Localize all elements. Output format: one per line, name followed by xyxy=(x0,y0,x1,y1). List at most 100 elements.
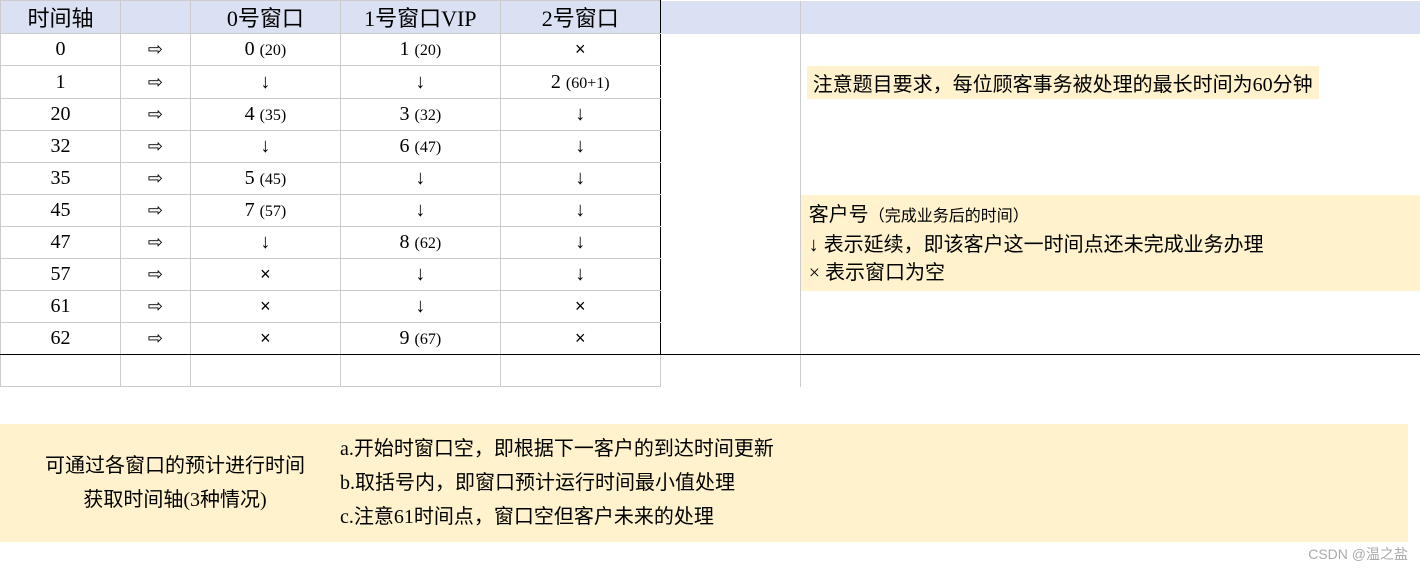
cell-w2: × xyxy=(500,291,660,323)
arrow-icon: ⇨ xyxy=(120,163,190,195)
cell-w0: × xyxy=(190,323,340,355)
cell-note: 注意题目要求，每位顾客事务被处理的最长时间为60分钟 xyxy=(800,66,1420,99)
cell-w2: ↓ xyxy=(500,259,660,291)
cell-time: 32 xyxy=(1,131,121,163)
cell-spacer xyxy=(660,163,800,195)
bottom-explanation: 可通过各窗口的预计进行时间 获取时间轴(3种情况) a.开始时窗口空，即根据下一… xyxy=(0,424,1408,542)
header-w2: 2号窗口 xyxy=(500,1,660,34)
blank-row xyxy=(1,355,1420,387)
cell-note xyxy=(800,163,1420,195)
table-row: 45⇨7 (57)↓↓客户号（完成业务后的时间）↓ 表示延续，即该客户这一时间点… xyxy=(1,195,1420,227)
cell-w1: ↓ xyxy=(340,66,500,99)
cell-spacer xyxy=(660,195,800,227)
watermark: CSDN @温之盐 xyxy=(1308,544,1408,564)
arrow-icon: ⇨ xyxy=(120,99,190,131)
cell-w2: ↓ xyxy=(500,227,660,259)
legend-line-cross: × 表示窗口为空 xyxy=(809,262,945,284)
arrow-icon: ⇨ xyxy=(120,291,190,323)
timeline-table: 时间轴 0号窗口 1号窗口VIP 2号窗口 0⇨0 (20)1 (20)×1⇨↓… xyxy=(0,0,1420,387)
header-w1: 1号窗口VIP xyxy=(340,1,500,34)
table-row: 20⇨4 (35)3 (32)↓ xyxy=(1,99,1420,131)
cell-note xyxy=(800,131,1420,163)
cell-spacer xyxy=(660,323,800,355)
legend-title: 客户号 xyxy=(809,204,869,226)
arrow-icon: ⇨ xyxy=(120,259,190,291)
header-w0: 0号窗口 xyxy=(190,1,340,34)
cell-w2: 2 (60+1) xyxy=(500,66,660,99)
bottom-left-line2: 获取时间轴(3种情况) xyxy=(10,483,340,517)
cell-spacer xyxy=(660,66,800,99)
arrow-icon: ⇨ xyxy=(120,131,190,163)
cell-spacer xyxy=(660,227,800,259)
table-row: 32⇨↓6 (47)↓ xyxy=(1,131,1420,163)
arrow-icon: ⇨ xyxy=(120,195,190,227)
cell-time: 20 xyxy=(1,99,121,131)
cell-w2: × xyxy=(500,323,660,355)
legend-box: 客户号（完成业务后的时间） ↓ 表示延续，即该客户这一时间点还未完成业务办理 × 表… xyxy=(801,195,1420,291)
table-row: 61⇨×↓× xyxy=(1,291,1420,323)
header-blank xyxy=(120,1,190,34)
cell-w1: 6 (47) xyxy=(340,131,500,163)
arrow-icon: ⇨ xyxy=(120,34,190,66)
bottom-c: c.注意61时间点，窗口空但客户未来的处理 xyxy=(340,500,1398,534)
bottom-left-line1: 可通过各窗口的预计进行时间 xyxy=(10,449,340,483)
cell-note xyxy=(800,34,1420,66)
cell-w0: 7 (57) xyxy=(190,195,340,227)
cell-time: 57 xyxy=(1,259,121,291)
cell-w2: ↓ xyxy=(500,163,660,195)
cell-spacer xyxy=(660,99,800,131)
cell-w0: 5 (45) xyxy=(190,163,340,195)
cell-note xyxy=(800,323,1420,355)
cell-w0: × xyxy=(190,259,340,291)
bottom-right-text: a.开始时窗口空，即根据下一客户的到达时间更新 b.取括号内，即窗口预计运行时间… xyxy=(340,432,1398,534)
arrow-icon: ⇨ xyxy=(120,323,190,355)
cell-w2: ↓ xyxy=(500,131,660,163)
cell-time: 35 xyxy=(1,163,121,195)
table-row: 1⇨↓↓2 (60+1)注意题目要求，每位顾客事务被处理的最长时间为60分钟 xyxy=(1,66,1420,99)
cell-w1: 9 (67) xyxy=(340,323,500,355)
cell-note xyxy=(800,99,1420,131)
table-row: 62⇨×9 (67)× xyxy=(1,323,1420,355)
header-time: 时间轴 xyxy=(1,1,121,34)
cell-w0: ↓ xyxy=(190,227,340,259)
cell-w1: ↓ xyxy=(340,291,500,323)
cell-spacer xyxy=(660,259,800,291)
cell-time: 62 xyxy=(1,323,121,355)
cell-w1: ↓ xyxy=(340,163,500,195)
legend-line-down: ↓ 表示延续，即该客户这一时间点还未完成业务办理 xyxy=(809,234,1264,256)
bottom-left-text: 可通过各窗口的预计进行时间 获取时间轴(3种情况) xyxy=(10,449,340,517)
cell-w0: ↓ xyxy=(190,131,340,163)
cell-w2: × xyxy=(500,34,660,66)
bottom-a: a.开始时窗口空，即根据下一客户的到达时间更新 xyxy=(340,432,1398,466)
cell-time: 1 xyxy=(1,66,121,99)
cell-time: 61 xyxy=(1,291,121,323)
bottom-b: b.取括号内，即窗口预计运行时间最小值处理 xyxy=(340,466,1398,500)
cell-w1: 3 (32) xyxy=(340,99,500,131)
note-max-time: 注意题目要求，每位顾客事务被处理的最长时间为60分钟 xyxy=(807,66,1319,99)
legend-subtitle: （完成业务后的时间） xyxy=(869,208,1029,225)
cell-spacer xyxy=(660,131,800,163)
cell-w1: ↓ xyxy=(340,195,500,227)
cell-w0: × xyxy=(190,291,340,323)
cell-time: 0 xyxy=(1,34,121,66)
cell-note: 客户号（完成业务后的时间） ↓ 表示延续，即该客户这一时间点还未完成业务办理 × 表… xyxy=(800,195,1420,291)
cell-w0: 4 (35) xyxy=(190,99,340,131)
table-row: 35⇨5 (45)↓↓ xyxy=(1,163,1420,195)
table-row: 0⇨0 (20)1 (20)× xyxy=(1,34,1420,66)
cell-spacer xyxy=(660,34,800,66)
cell-w0: 0 (20) xyxy=(190,34,340,66)
table-body: 0⇨0 (20)1 (20)×1⇨↓↓2 (60+1)注意题目要求，每位顾客事务… xyxy=(1,34,1420,387)
cell-w0: ↓ xyxy=(190,66,340,99)
cell-w1: 8 (62) xyxy=(340,227,500,259)
cell-w2: ↓ xyxy=(500,99,660,131)
cell-spacer xyxy=(660,291,800,323)
cell-note xyxy=(800,291,1420,323)
cell-time: 47 xyxy=(1,227,121,259)
header-spacer xyxy=(660,1,800,34)
cell-time: 45 xyxy=(1,195,121,227)
arrow-icon: ⇨ xyxy=(120,66,190,99)
cell-w1: 1 (20) xyxy=(340,34,500,66)
arrow-icon: ⇨ xyxy=(120,227,190,259)
table-header-row: 时间轴 0号窗口 1号窗口VIP 2号窗口 xyxy=(1,1,1420,34)
header-notes xyxy=(800,1,1420,34)
